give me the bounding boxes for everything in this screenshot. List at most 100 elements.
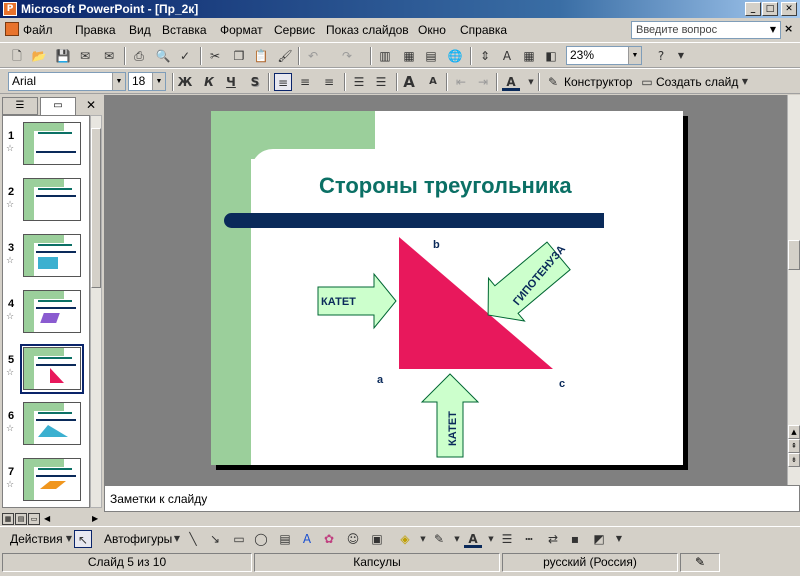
save-icon[interactable]: 💾 <box>54 47 72 65</box>
decrease-font-size-icon[interactable]: A <box>424 73 442 91</box>
decrease-indent-icon[interactable]: ⇤ <box>452 73 470 91</box>
dash-style-icon[interactable]: ┅ <box>520 530 538 548</box>
align-right-icon[interactable]: ≡ <box>320 73 338 91</box>
menu-insert[interactable]: Вставка <box>162 23 207 37</box>
expand-all-icon[interactable]: ⇕ <box>476 47 494 65</box>
undo-icon[interactable]: ↶ <box>304 47 322 65</box>
permission-icon[interactable]: ✉ <box>76 47 94 65</box>
align-center-icon[interactable]: ≡ <box>296 73 314 91</box>
new-slide-button[interactable]: Создать слайд <box>656 75 738 89</box>
help-question-input[interactable]: Введите вопрос <box>631 21 781 39</box>
scrollbar-thumb[interactable] <box>788 240 800 270</box>
scroll-up-icon[interactable]: ▲ <box>788 425 800 439</box>
rectangle-tool-icon[interactable]: ▭ <box>230 530 248 548</box>
increase-font-size-icon[interactable]: A <box>400 73 418 91</box>
slides-panel-scrollbar[interactable] <box>90 115 102 508</box>
toolbar-options-icon[interactable]: ▼ <box>672 47 690 65</box>
new-slide-icon[interactable]: ▭ <box>638 73 656 91</box>
line-style-icon[interactable]: ☰ <box>498 530 516 548</box>
increase-indent-icon[interactable]: ⇥ <box>474 73 492 91</box>
slide-thumbnail-2[interactable] <box>23 178 81 221</box>
document-icon[interactable] <box>5 22 19 36</box>
format-painter-icon[interactable]: 🖌 <box>276 47 294 65</box>
new-document-icon[interactable]: 🗋 <box>8 47 26 65</box>
textbox-tool-icon[interactable]: ▤ <box>276 530 294 548</box>
color-grayscale-icon[interactable]: ◧ <box>542 47 560 65</box>
redo-icon[interactable]: ↷ <box>338 47 356 65</box>
slide-vertical-scrollbar[interactable]: ▲ ⇞ ⇟ <box>787 95 800 485</box>
slide-thumbnail-1[interactable] <box>23 122 81 165</box>
tab-slides[interactable]: ▭ <box>40 97 76 115</box>
menu-edit[interactable]: Правка <box>75 23 116 37</box>
help-icon[interactable]: ? <box>652 47 670 65</box>
previous-slide-icon[interactable]: ⇞ <box>788 439 800 453</box>
menu-tools[interactable]: Сервис <box>274 23 315 37</box>
align-left-icon[interactable]: ≡ <box>274 73 292 91</box>
select-pointer-icon[interactable]: ↖ <box>74 530 92 548</box>
slide-sorter-view-icon[interactable]: ▤ <box>15 513 27 525</box>
bullets-icon[interactable]: ☰ <box>372 73 390 91</box>
menu-file[interactable]: Файл <box>23 23 53 37</box>
slide-thumbnail-6[interactable] <box>23 402 81 445</box>
minimize-button[interactable]: _ <box>745 2 761 16</box>
menu-format[interactable]: Формат <box>220 23 263 37</box>
zoom-select[interactable]: 23% ▼ <box>566 46 642 65</box>
3d-style-icon[interactable]: ◩ <box>590 530 608 548</box>
menu-window[interactable]: Окно <box>418 23 446 37</box>
paste-icon[interactable]: 📋 <box>252 47 270 65</box>
designer-icon[interactable]: ✎ <box>544 73 562 91</box>
help-dropdown-arrow-icon[interactable]: ▼ <box>766 22 780 38</box>
spelling-status-icon[interactable]: ✎ <box>680 553 720 572</box>
current-slide[interactable]: Стороны треугольника b a c КАТЕТ КАТЕТ Г… <box>211 111 683 465</box>
document-close-icon[interactable]: × <box>784 22 793 35</box>
font-size-select[interactable]: 18 ▼ <box>128 72 166 91</box>
menu-help[interactable]: Справка <box>460 23 507 37</box>
menu-view[interactable]: Вид <box>129 23 151 37</box>
email-icon[interactable]: ✉ <box>100 47 118 65</box>
print-preview-icon[interactable]: 🔍 <box>154 47 172 65</box>
wordart-icon[interactable]: A <box>298 530 316 548</box>
autoshapes-menu[interactable]: Автофигуры <box>104 532 172 546</box>
line-tool-icon[interactable]: ╲ <box>184 530 202 548</box>
next-slide-icon[interactable]: ⇟ <box>788 453 800 467</box>
spelling-icon[interactable]: ✓ <box>176 47 194 65</box>
font-color-draw-icon[interactable]: A <box>464 530 482 548</box>
powerpoint-app-icon[interactable]: P <box>3 2 17 16</box>
copy-icon[interactable]: ❐ <box>230 47 248 65</box>
insert-chart-icon[interactable]: ▥ <box>376 47 394 65</box>
show-formatting-icon[interactable]: A <box>498 47 516 65</box>
toolbar-options-icon[interactable]: ▼ <box>736 73 754 91</box>
clipart-icon[interactable]: ☺ <box>344 530 362 548</box>
arrow-style-icon[interactable]: ⇄ <box>544 530 562 548</box>
oval-tool-icon[interactable]: ◯ <box>252 530 270 548</box>
font-dropdown-arrow-icon[interactable]: ▼ <box>112 73 125 90</box>
numbering-icon[interactable]: ☰ <box>350 73 368 91</box>
slide-thumbnail-7[interactable] <box>23 458 81 501</box>
scroll-left-icon[interactable]: ◀ <box>44 514 50 523</box>
font-name-select[interactable]: Arial ▼ <box>8 72 126 91</box>
arrow-tool-icon[interactable]: ↘ <box>206 530 224 548</box>
close-panel-icon[interactable]: ✕ <box>86 98 96 112</box>
scrollbar-thumb[interactable] <box>91 128 101 288</box>
insert-picture-icon[interactable]: ▣ <box>368 530 386 548</box>
print-icon[interactable]: ⎙ <box>130 47 148 65</box>
notes-pane[interactable]: Заметки к слайду <box>104 485 800 512</box>
slide-thumbnail-4[interactable] <box>23 290 81 333</box>
slideshow-view-icon[interactable]: ▭ <box>28 513 40 525</box>
show-grid-icon[interactable]: ▦ <box>520 47 538 65</box>
close-button[interactable]: ✕ <box>781 2 797 16</box>
slide-thumbnail-3[interactable] <box>23 234 81 277</box>
scroll-right-icon[interactable]: ▶ <box>92 514 98 523</box>
slide-thumbnail-5[interactable] <box>23 347 81 390</box>
insert-table-icon[interactable]: ▦ <box>400 47 418 65</box>
font-color-icon[interactable]: A <box>502 73 520 91</box>
underline-button[interactable]: Ч <box>222 73 240 91</box>
normal-view-icon[interactable]: ▦ <box>2 513 14 525</box>
zoom-dropdown-arrow-icon[interactable]: ▼ <box>628 47 641 64</box>
menu-slideshow[interactable]: Показ слайдов <box>326 23 409 37</box>
insert-hyperlink-icon[interactable]: 🌐 <box>446 47 464 65</box>
tab-outline[interactable]: ☰ <box>2 97 38 115</box>
designer-button[interactable]: Конструктор <box>564 75 632 89</box>
maximize-button[interactable]: □ <box>762 2 778 16</box>
tables-borders-icon[interactable]: ▤ <box>422 47 440 65</box>
